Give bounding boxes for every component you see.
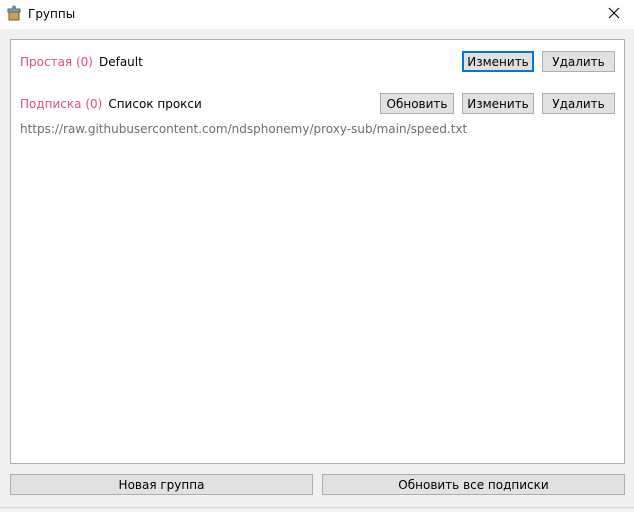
subscription-url: https://raw.githubusercontent.com/ndspho… — [20, 122, 468, 136]
delete-button-subscription[interactable]: Удалить — [542, 93, 615, 114]
group-row-default: Простая (0) Default — [20, 51, 143, 73]
close-button[interactable] — [594, 0, 634, 26]
groups-panel: Простая (0) Default Изменить Удалить Под… — [10, 39, 625, 464]
window-title: Группы — [28, 7, 76, 21]
update-all-subscriptions-button[interactable]: Обновить все подписки — [322, 474, 625, 495]
edit-button-default[interactable]: Изменить — [462, 51, 534, 72]
group-type-label: Простая (0) — [20, 55, 93, 69]
new-group-button[interactable]: Новая группа — [10, 474, 313, 495]
delete-button-default[interactable]: Удалить — [542, 51, 615, 72]
app-icon — [7, 5, 21, 21]
close-icon — [608, 7, 620, 19]
title-bar: Группы — [0, 0, 634, 29]
edit-button-subscription[interactable]: Изменить — [462, 93, 534, 114]
group-row-subscription: Подписка (0) Список прокси — [20, 93, 202, 115]
window-bottom-edge — [0, 507, 634, 512]
group-type-label: Подписка (0) — [20, 97, 103, 111]
update-button-subscription[interactable]: Обновить — [380, 93, 454, 114]
group-name-label: Default — [98, 55, 143, 69]
group-name-label: Список прокси — [108, 97, 202, 111]
